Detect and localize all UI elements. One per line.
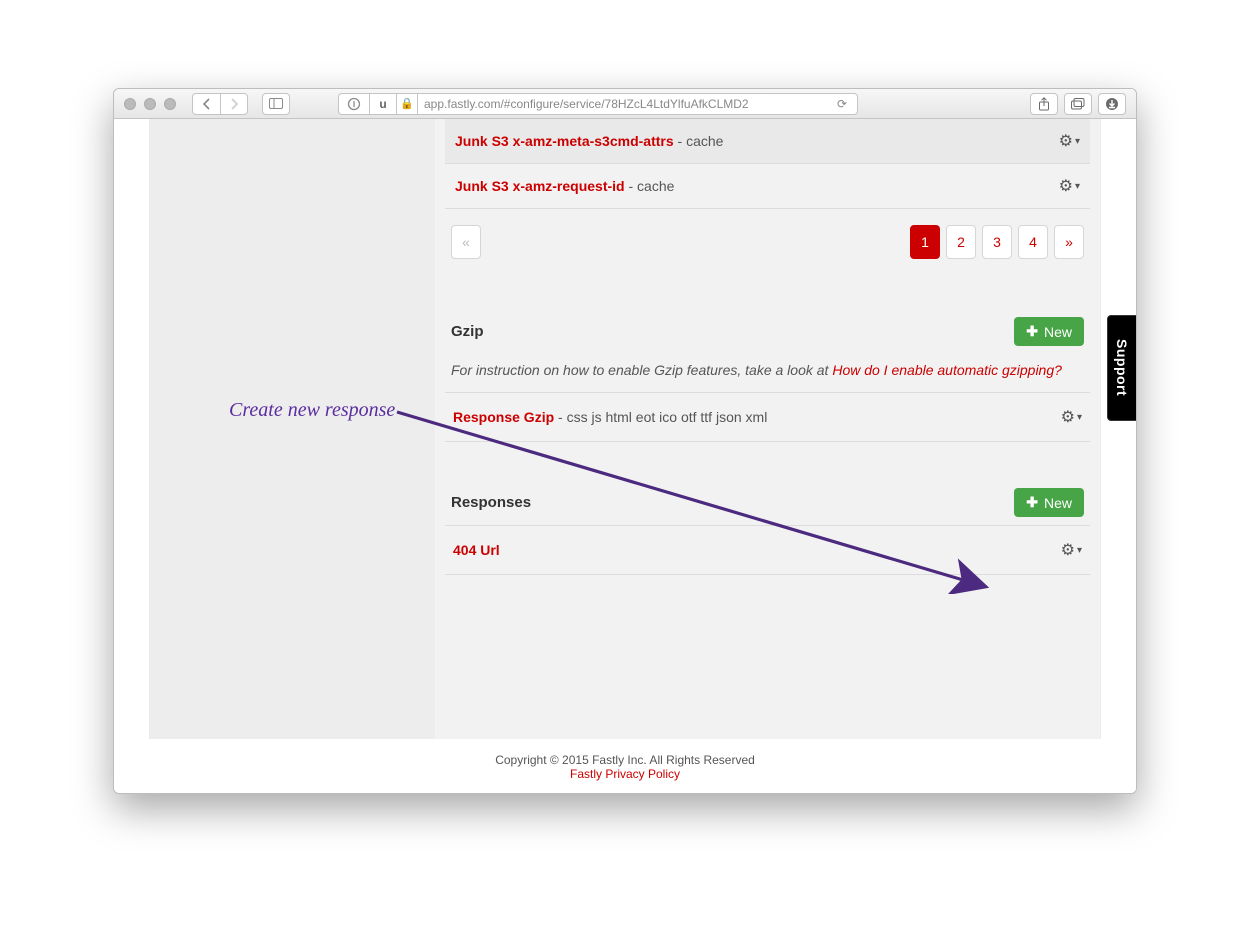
- gzip-section-header: Gzip ✚ New: [445, 289, 1090, 354]
- support-tab[interactable]: Support: [1107, 315, 1136, 421]
- gear-menu[interactable]: ⚙▾: [1059, 131, 1080, 151]
- gzip-instruction-link[interactable]: How do I enable automatic gzipping?: [832, 362, 1062, 378]
- content-wrap: Junk S3 x-amz-meta-s3cmd-attrs - cache ⚙…: [149, 119, 1101, 739]
- footer-copyright: Copyright © 2015 Fastly Inc. All Rights …: [114, 753, 1136, 767]
- address-bar-url: app.fastly.com/#configure/service/78HZcL…: [424, 97, 749, 111]
- downloads-button[interactable]: [1098, 93, 1126, 115]
- header-row-label: Junk S3 x-amz-request-id - cache: [455, 178, 674, 194]
- header-name: Junk S3 x-amz-meta-s3cmd-attrs: [455, 133, 674, 149]
- gzip-item-name: Response Gzip: [453, 409, 554, 425]
- pagination-next[interactable]: »: [1054, 225, 1084, 259]
- responses-section-title: Responses: [451, 494, 531, 511]
- gear-icon: ⚙: [1061, 540, 1075, 560]
- new-button-label: New: [1044, 495, 1072, 511]
- reload-icon[interactable]: ⟳: [833, 97, 851, 111]
- browser-window: u 🔒 app.fastly.com/#configure/service/78…: [113, 88, 1137, 794]
- address-bar-group: u 🔒 app.fastly.com/#configure/service/78…: [338, 93, 858, 115]
- header-name: Junk S3 x-amz-request-id: [455, 178, 625, 194]
- browser-right-tools: [1030, 93, 1126, 115]
- extension-button[interactable]: u: [370, 93, 396, 115]
- minimize-window-button[interactable]: [144, 98, 156, 110]
- gear-icon: ⚙: [1061, 407, 1075, 427]
- page-footer: Copyright © 2015 Fastly Inc. All Rights …: [114, 753, 1136, 781]
- header-row-label: Junk S3 x-amz-meta-s3cmd-attrs - cache: [455, 133, 723, 149]
- pagination-page[interactable]: 3: [982, 225, 1012, 259]
- responses-section-header: Responses ✚ New: [445, 442, 1090, 525]
- address-bar[interactable]: app.fastly.com/#configure/service/78HZcL…: [418, 93, 858, 115]
- header-suffix: - cache: [625, 178, 675, 194]
- gzip-item-label: Response Gzip - css js html eot ico otf …: [453, 409, 767, 425]
- browser-toolbar: u 🔒 app.fastly.com/#configure/service/78…: [114, 89, 1136, 119]
- new-button-label: New: [1044, 324, 1072, 340]
- window-traffic-lights: [124, 98, 176, 110]
- sidebar-toggle-button[interactable]: [262, 93, 290, 115]
- gzip-instruction: For instruction on how to enable Gzip fe…: [445, 354, 1090, 393]
- reader-expand-button[interactable]: [338, 93, 370, 115]
- gear-menu[interactable]: ⚙▾: [1061, 540, 1082, 560]
- gzip-section-title: Gzip: [451, 323, 484, 340]
- gear-menu[interactable]: ⚙▾: [1059, 176, 1080, 196]
- lock-icon: 🔒: [400, 97, 414, 110]
- response-item-name: 404 Url: [453, 542, 500, 558]
- main-panel: Junk S3 x-amz-meta-s3cmd-attrs - cache ⚙…: [435, 119, 1100, 739]
- pagination-prev[interactable]: «: [451, 225, 481, 259]
- chevron-down-icon: ▾: [1077, 412, 1082, 423]
- chevron-down-icon: ▾: [1077, 545, 1082, 556]
- pagination: « 1 2 3 4 »: [445, 209, 1090, 289]
- site-security-lock-icon[interactable]: 🔒: [396, 93, 418, 115]
- response-item-row[interactable]: 404 Url ⚙▾: [445, 525, 1090, 575]
- pagination-page[interactable]: 2: [946, 225, 976, 259]
- gzip-item-row[interactable]: Response Gzip - css js html eot ico otf …: [445, 393, 1090, 442]
- chevron-down-icon: ▾: [1075, 136, 1080, 147]
- plus-icon: ✚: [1026, 323, 1038, 340]
- responses-new-button[interactable]: ✚ New: [1014, 488, 1084, 517]
- pagination-page[interactable]: 1: [910, 225, 940, 259]
- chevron-down-icon: ▾: [1075, 181, 1080, 192]
- gear-icon: ⚙: [1059, 131, 1073, 151]
- share-button[interactable]: [1030, 93, 1058, 115]
- header-row[interactable]: Junk S3 x-amz-meta-s3cmd-attrs - cache ⚙…: [445, 119, 1090, 164]
- back-button[interactable]: [192, 93, 220, 115]
- header-row[interactable]: Junk S3 x-amz-request-id - cache ⚙▾: [445, 164, 1090, 209]
- header-suffix: - cache: [674, 133, 724, 149]
- response-item-label: 404 Url: [453, 542, 500, 558]
- nav-back-forward-group: [192, 93, 248, 115]
- pagination-page[interactable]: 4: [1018, 225, 1048, 259]
- gzip-item-suffix: - css js html eot ico otf ttf json xml: [554, 409, 767, 425]
- gear-icon: ⚙: [1059, 176, 1073, 196]
- annotation-label: Create new response: [229, 399, 395, 422]
- gzip-new-button[interactable]: ✚ New: [1014, 317, 1084, 346]
- close-window-button[interactable]: [124, 98, 136, 110]
- gear-menu[interactable]: ⚙▾: [1061, 407, 1082, 427]
- footer-privacy-policy-link[interactable]: Fastly Privacy Policy: [570, 767, 680, 781]
- config-sidebar: [150, 119, 435, 739]
- zoom-window-button[interactable]: [164, 98, 176, 110]
- forward-button[interactable]: [220, 93, 248, 115]
- plus-icon: ✚: [1026, 494, 1038, 511]
- tabs-button[interactable]: [1064, 93, 1092, 115]
- gzip-instruction-prefix: For instruction on how to enable Gzip fe…: [451, 362, 832, 378]
- page-content: Junk S3 x-amz-meta-s3cmd-attrs - cache ⚙…: [114, 119, 1136, 793]
